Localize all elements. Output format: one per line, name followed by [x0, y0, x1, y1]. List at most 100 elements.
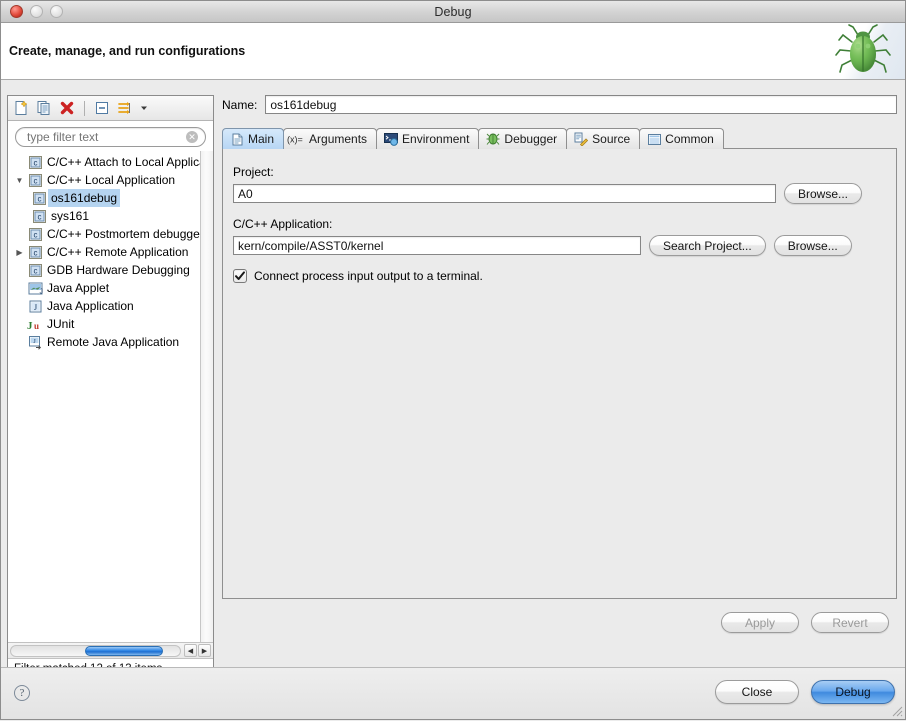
terminal-checkbox-row[interactable]: Connect process input output to a termin… — [233, 269, 886, 283]
tab-debugger[interactable]: Debugger — [478, 128, 568, 149]
window-titlebar: Debug — [1, 1, 905, 23]
debugger-icon — [486, 132, 500, 146]
apply-revert-row: Apply Revert — [222, 612, 897, 633]
debug-button[interactable]: Debug — [811, 680, 895, 704]
tree-item[interactable]: ▶ c C/C++ Remote Application — [8, 243, 200, 261]
tree-item-label: Java Applet — [47, 281, 110, 295]
tab-bar[interactable]: Main (x)= Arguments Environment Debugger Sour… — [222, 127, 897, 149]
tab-arguments[interactable]: (x)= Arguments — [283, 128, 378, 149]
c-file-icon: c — [28, 245, 43, 260]
tree-item-label: C/C++ Remote Application — [47, 245, 189, 259]
delete-configuration-icon[interactable] — [58, 99, 76, 117]
environment-icon — [384, 132, 399, 146]
tree-item[interactable]: c C/C++ Postmortem debugger — [8, 225, 200, 243]
chevron-down-icon[interactable]: ▼ — [12, 176, 27, 185]
project-row: Browse... — [233, 183, 886, 204]
application-input[interactable] — [233, 236, 641, 255]
c-file-icon: c — [27, 172, 43, 188]
junit-icon: Ju — [27, 316, 43, 332]
tree-item-label: C/C++ Postmortem debugger — [47, 227, 200, 241]
tab-environment[interactable]: Environment — [376, 128, 480, 149]
c-file-icon: c — [27, 226, 43, 242]
green-bug-icon — [821, 23, 905, 79]
search-input[interactable] — [27, 130, 186, 144]
tree-item[interactable]: c os161debug — [8, 189, 200, 207]
filter-configurations-icon[interactable] — [116, 99, 134, 117]
svg-text:J: J — [27, 320, 33, 332]
tree-item-label: C/C++ Attach to Local Application — [47, 155, 200, 169]
chevron-right-icon[interactable]: ▶ — [12, 248, 27, 257]
collapse-all-icon[interactable] — [93, 99, 111, 117]
search-project-button[interactable]: Search Project... — [649, 235, 766, 256]
hscroll-left-arrow-icon[interactable]: ◀ — [184, 644, 197, 657]
tab-label: Main — [248, 132, 275, 146]
svg-text:(x)=: (x)= — [287, 135, 303, 145]
page-title: Create, manage, and run configurations — [9, 44, 246, 58]
dialog-body: ✕ c C/C++ Attach to Local Application ▼ c C/… — [1, 81, 905, 719]
tree-toolbar — [8, 96, 213, 121]
hscroll-track[interactable] — [10, 644, 181, 657]
tree-item-label: C/C++ Local Application — [47, 173, 176, 187]
tree-item[interactable]: Ju JUnit — [8, 315, 200, 333]
project-browse-button[interactable]: Browse... — [784, 183, 863, 204]
tree-item[interactable]: J Remote Java Application — [8, 333, 200, 351]
tree-item[interactable]: c sys161 — [8, 207, 200, 225]
configurations-tree[interactable]: c C/C++ Attach to Local Application ▼ c C/C+… — [8, 151, 200, 642]
application-label: C/C++ Application: — [233, 217, 333, 231]
tree-item[interactable]: J Java Application — [8, 297, 200, 315]
tab-folder: Main (x)= Arguments Environment Debugger Sour… — [222, 127, 897, 599]
filter-field[interactable]: ✕ — [15, 127, 206, 147]
revert-button[interactable]: Revert — [811, 612, 889, 633]
hscroll-right-arrow-icon[interactable]: ▶ — [198, 644, 211, 657]
svg-text:u: u — [34, 321, 39, 331]
tree-item[interactable]: c C/C++ Attach to Local Application — [8, 153, 200, 171]
c-file-icon: c — [28, 155, 43, 170]
resize-grip[interactable] — [890, 704, 904, 718]
c-file-icon: c — [27, 154, 43, 170]
arguments-icon: (x)= — [287, 133, 309, 145]
tree-item[interactable]: ▼ c C/C++ Local Application — [8, 171, 200, 189]
svg-text:c: c — [37, 194, 41, 203]
c-file-icon: c — [27, 244, 43, 260]
tab-source[interactable]: Source — [566, 128, 641, 149]
tab-common[interactable]: Common — [639, 128, 724, 149]
common-icon — [647, 133, 661, 146]
tree-item-label: sys161 — [51, 209, 90, 223]
dialog-footer: ? Close Debug — [1, 667, 905, 719]
application-row: Search Project... Browse... — [233, 235, 886, 256]
tree-item[interactable]: J Java Applet — [8, 279, 200, 297]
environment-icon — [384, 132, 399, 146]
close-button-footer[interactable]: Close — [715, 680, 799, 704]
toolbar-dropdown-arrow-icon[interactable] — [139, 99, 149, 117]
tree-vertical-scrollbar[interactable] — [200, 151, 213, 642]
c-file-icon: c — [31, 190, 47, 206]
tree-item-label: JUnit — [47, 317, 75, 331]
help-icon[interactable]: ? — [14, 685, 30, 701]
c-file-icon: c — [31, 208, 47, 224]
common-icon — [647, 132, 661, 146]
project-input[interactable] — [233, 184, 776, 203]
tree-item-label: GDB Hardware Debugging — [47, 263, 190, 277]
source-icon — [574, 132, 589, 146]
duplicate-configuration-icon[interactable] — [35, 99, 53, 117]
tab-label: Debugger — [504, 132, 558, 146]
c-file-icon: c — [32, 191, 47, 206]
clear-filter-icon[interactable]: ✕ — [186, 131, 198, 143]
tree-horizontal-scrollbar[interactable]: ◀ ▶ — [8, 642, 213, 658]
svg-text:c: c — [33, 266, 37, 275]
configurations-tree-panel: ✕ c C/C++ Attach to Local Application ▼ c C/… — [7, 95, 214, 679]
application-browse-button[interactable]: Browse... — [773, 235, 852, 256]
hscroll-thumb[interactable] — [85, 645, 164, 656]
tab-main[interactable]: Main — [222, 128, 285, 149]
debug-configurations-window: Debug Create, manage, and run configurat… — [0, 0, 906, 720]
name-row: Name: — [222, 95, 897, 114]
terminal-checkbox[interactable] — [233, 269, 247, 283]
apply-button[interactable]: Apply — [721, 612, 799, 633]
name-label: Name: — [222, 97, 258, 112]
configuration-name-input[interactable] — [265, 95, 897, 114]
new-launch-configuration-icon[interactable] — [12, 99, 30, 117]
tree-item[interactable]: c GDB Hardware Debugging — [8, 261, 200, 279]
c-file-icon: c — [28, 173, 43, 188]
arguments-icon: (x)= — [287, 132, 305, 146]
source-icon — [574, 132, 589, 146]
